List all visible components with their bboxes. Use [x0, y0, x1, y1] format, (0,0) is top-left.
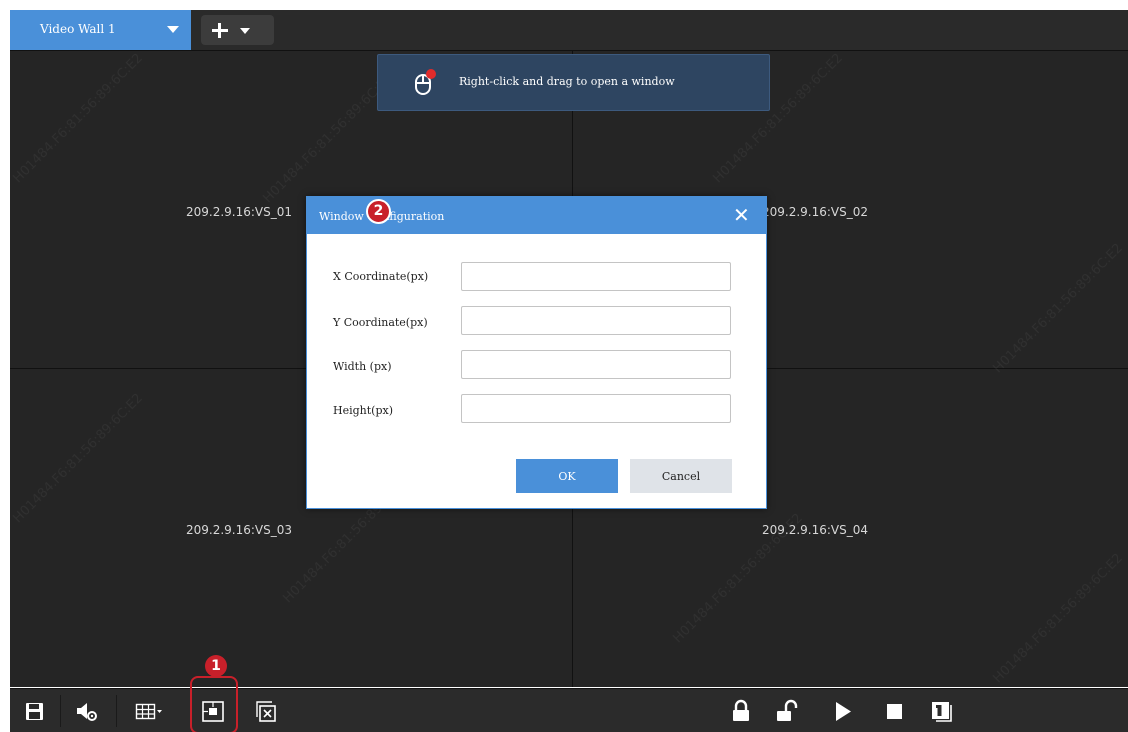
width-input[interactable]: [461, 350, 731, 379]
layout-button[interactable]: [135, 689, 163, 732]
layout-grid-icon: [135, 703, 162, 720]
tab-bar: Video Wall 1: [10, 10, 1128, 51]
save-button[interactable]: [24, 689, 46, 732]
y-coordinate-label: Y Coordinate(px): [333, 316, 428, 329]
unlock-icon: [777, 699, 798, 721]
play-icon: [836, 702, 851, 721]
close-window-button[interactable]: [255, 689, 279, 732]
single-screen-button[interactable]: [930, 689, 954, 732]
width-label: Width (px): [333, 360, 392, 373]
callout-highlight-frame: [190, 676, 238, 732]
screen-label-vs04: 209.2.9.16:VS_04: [762, 523, 869, 537]
plus-icon-stroke: [218, 23, 221, 38]
window-configuration-dialog: Window Configuration ✕ X Coordinate(px) …: [306, 196, 767, 509]
single-screen-icon: [932, 702, 952, 722]
toolbar-divider: [60, 695, 61, 727]
height-input[interactable]: [461, 394, 731, 423]
watermark: H01484.F6:81:56:89:6C:E2: [990, 550, 1126, 687]
y-coordinate-input[interactable]: [461, 306, 731, 335]
cancel-button[interactable]: Cancel: [630, 459, 732, 493]
tab-video-wall-1[interactable]: Video Wall 1: [10, 10, 191, 50]
screen-label-vs02: 209.2.9.16:VS_02: [762, 205, 869, 219]
watermark: H01484.F6:81:56:89:6C:E2: [10, 390, 146, 527]
drag-hint-banner: Right-click and drag to open a window: [377, 54, 770, 111]
toolbar-divider: [116, 695, 117, 727]
audio-settings-icon: [77, 703, 97, 721]
unlock-button[interactable]: [775, 689, 799, 732]
tab-label: Video Wall 1: [40, 22, 116, 36]
ok-button[interactable]: OK: [516, 459, 618, 493]
x-coordinate-input[interactable]: [461, 262, 731, 291]
bottom-toolbar: [10, 688, 1128, 732]
audio-settings-button[interactable]: [75, 689, 101, 732]
lock-button[interactable]: [731, 689, 751, 732]
save-icon: [26, 703, 43, 720]
hint-text: Right-click and drag to open a window: [459, 75, 675, 88]
add-wall-button[interactable]: [201, 15, 274, 45]
screen-label-vs01: 209.2.9.16:VS_01: [186, 205, 293, 219]
watermark: H01484.F6:81:56:89:6C:E2: [10, 51, 146, 187]
close-window-icon: [256, 701, 276, 722]
stop-button[interactable]: [886, 689, 904, 732]
chevron-down-icon[interactable]: [167, 26, 179, 33]
callout-badge-2: 2: [366, 199, 391, 224]
watermark: H01484.F6:81:56:89:6C:E2: [260, 70, 396, 207]
lock-icon: [733, 699, 749, 721]
video-wall-app: { "tabs": [ { "label": "Video Wall 1" } …: [0, 0, 1128, 732]
x-coordinate-label: X Coordinate(px): [333, 270, 429, 283]
watermark: H01484.F6:81:56:89:6C:E2: [990, 240, 1126, 377]
mouse-icon: [415, 69, 436, 95]
chevron-down-icon[interactable]: [240, 28, 250, 34]
height-label: Height(px): [333, 404, 393, 417]
callout-badge-1: 1: [205, 655, 227, 677]
close-icon[interactable]: ✕: [733, 205, 750, 225]
stop-icon: [887, 704, 902, 719]
screen-label-vs03: 209.2.9.16:VS_03: [186, 523, 293, 537]
play-button[interactable]: [834, 689, 854, 732]
